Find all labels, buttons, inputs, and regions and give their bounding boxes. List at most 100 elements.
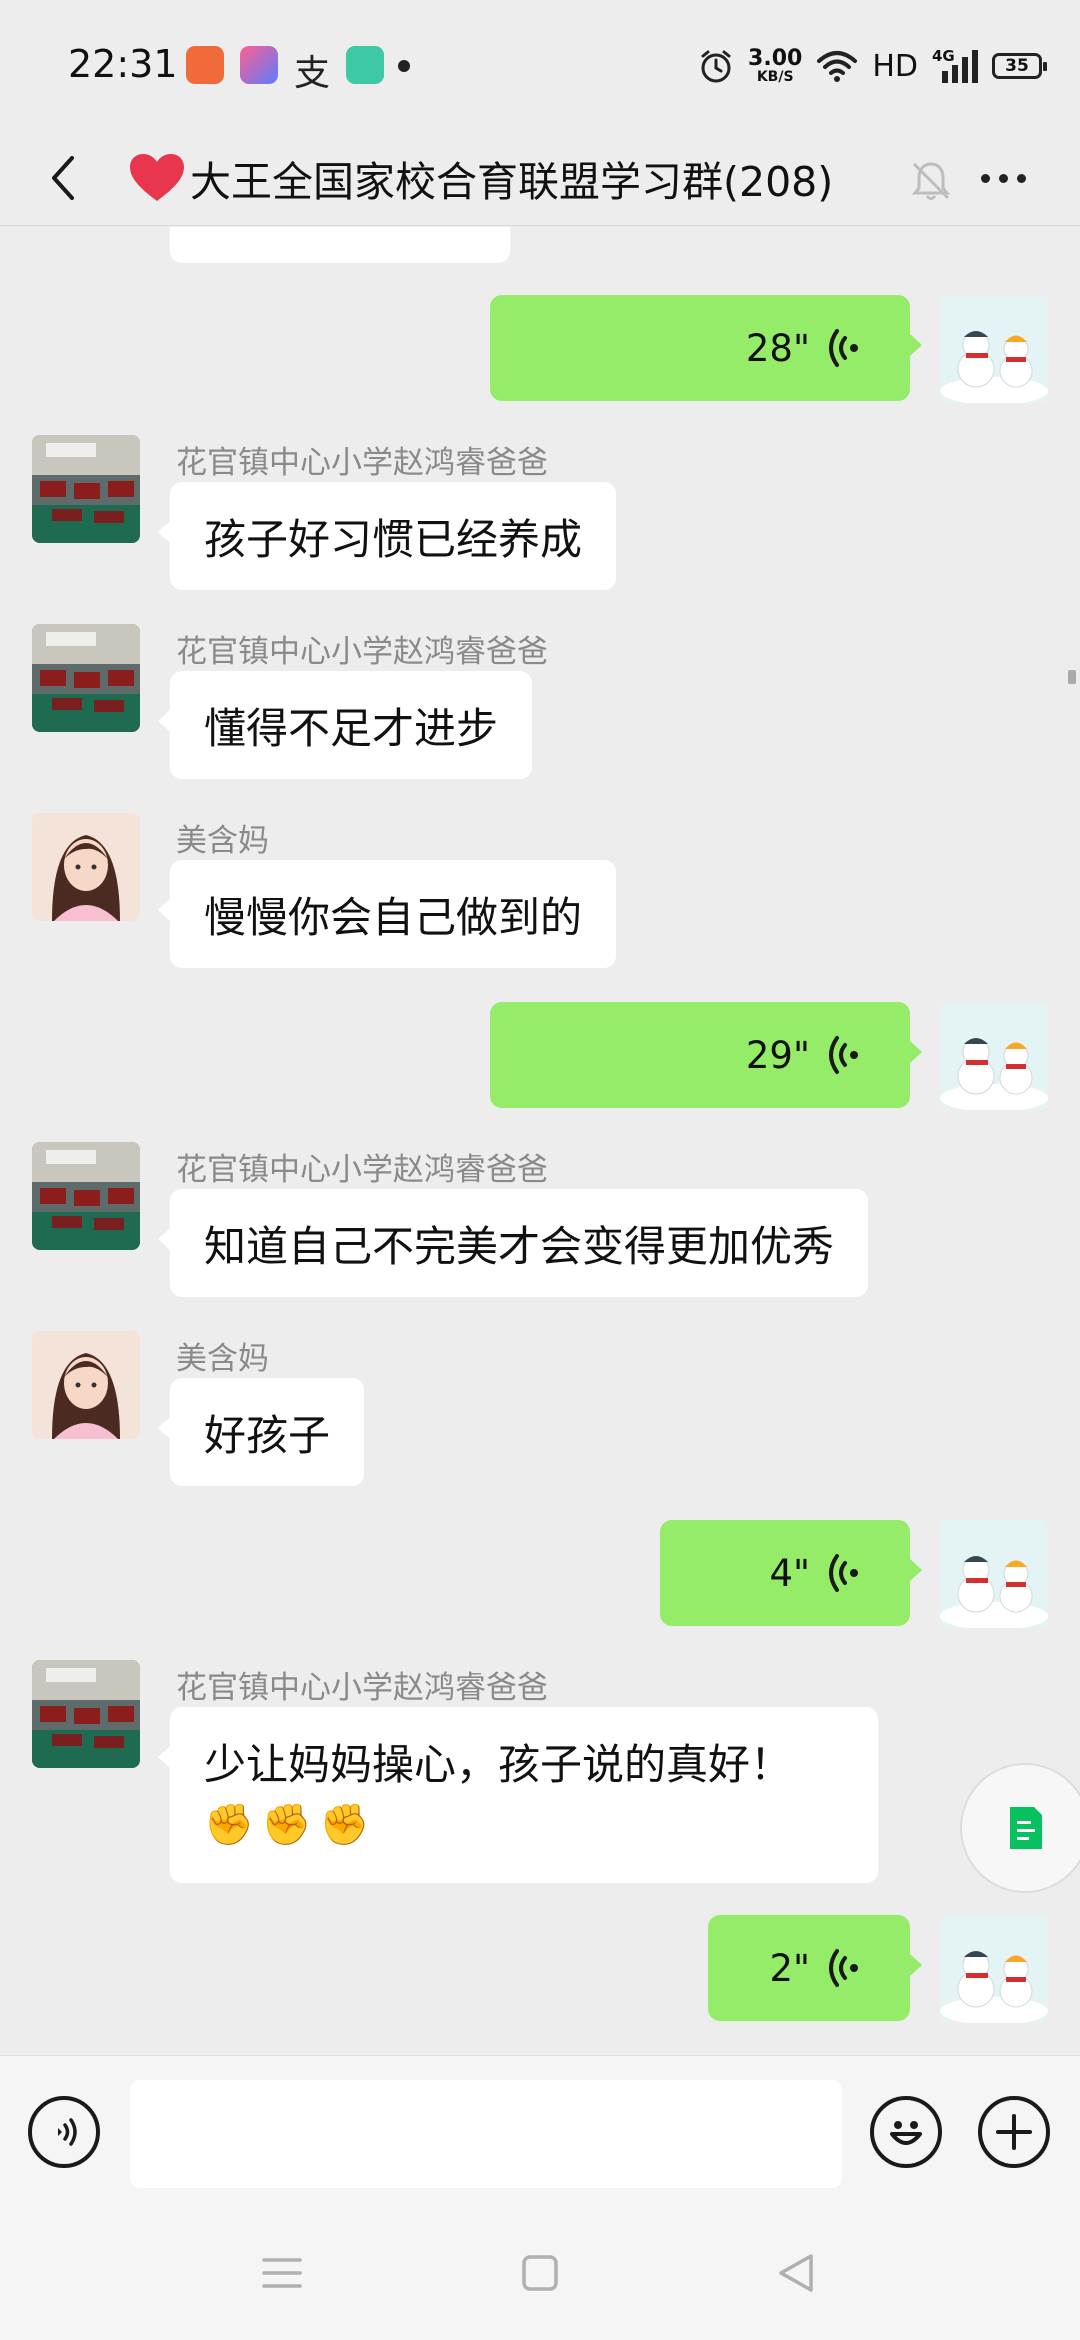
voice-message[interactable]: 4" (660, 1520, 922, 1626)
hd-label: HD (872, 48, 918, 84)
alarm-icon (701, 50, 731, 83)
document-icon (1010, 1807, 1042, 1849)
wifi-icon (817, 51, 858, 82)
nav-home-button[interactable] (460, 2205, 620, 2340)
status-bar: 22:31 支 3.00 KB/S HD 4G 35 (0, 0, 1080, 130)
voice-wave-icon (829, 1036, 858, 1074)
more-icon (980, 173, 990, 183)
chat-title: 大王全国家校合育联盟学习群(208) (190, 158, 834, 206)
message-text: 懂得不足才进步 (204, 703, 499, 753)
emoji-row: ✊ ✊ ✊ (204, 1795, 377, 1854)
raised-fist-emoji: ✊ (261, 1802, 312, 1848)
chat-header: 大王全国家校合育联盟学习群(208) (0, 130, 1080, 226)
net-speed-unit: KB/S (756, 69, 794, 85)
scroll-indicator[interactable] (1068, 670, 1076, 684)
chat-area[interactable]: 28" 花官镇中心小学赵鸿睿爸爸 孩子好习惯已经养成 花官镇中心小学赵鸿睿爸爸 … (0, 227, 1080, 2055)
girl-avatar-image (32, 1331, 140, 1439)
heart-icon (130, 154, 184, 201)
classroom-avatar-image (32, 435, 140, 543)
message-text: 少让妈妈操心，孩子说的真好！ (204, 1740, 793, 1790)
my-avatar[interactable] (940, 1915, 1048, 2023)
back-triangle-icon (779, 2253, 813, 2292)
network-type: 4G (932, 47, 978, 85)
voice-wave-icon (829, 329, 858, 367)
emoji-button[interactable] (870, 2096, 942, 2168)
sender-avatar[interactable] (32, 1142, 140, 1250)
text-message[interactable]: 少让妈妈操心，孩子说的真好！ ✊ ✊ ✊ (158, 1707, 878, 1883)
snowman-avatar-image (940, 1002, 1048, 1110)
sender-name: 花官镇中心小学赵鸿睿爸爸 (176, 634, 548, 670)
sender-avatar[interactable] (32, 1331, 140, 1439)
status-right-group: 3.00 KB/S HD 4G 35 (698, 44, 1047, 88)
app-notification-icon (240, 46, 278, 84)
home-square-icon (522, 2254, 558, 2291)
more-icon-dot (998, 173, 1008, 183)
text-message[interactable]: 好孩子 (157, 1378, 365, 1486)
plus-icon (996, 2114, 1032, 2150)
more-button[interactable] (968, 146, 1038, 210)
sender-name: 花官镇中心小学赵鸿睿爸爸 (176, 1670, 548, 1706)
net-speed: 3.00 KB/S (748, 46, 803, 85)
system-nav-bar (0, 2205, 1080, 2340)
menu-icon (262, 2257, 302, 2288)
notification-dot-icon (398, 60, 410, 72)
input-bar (0, 2055, 1080, 2205)
raised-fist-emoji: ✊ (319, 1802, 370, 1848)
voice-input-icon (58, 2118, 77, 2146)
voice-wave-icon (829, 1554, 858, 1592)
voice-wave-icon (829, 1949, 858, 1987)
sender-avatar[interactable] (32, 1660, 140, 1768)
snowman-avatar-image (940, 1520, 1048, 1628)
text-message[interactable]: 知道自己不完美才会变得更加优秀 (157, 1189, 869, 1297)
text-message[interactable]: 孩子好习惯已经养成 (157, 482, 617, 590)
app-notification-icon (186, 46, 224, 84)
snowman-avatar-image (940, 295, 1048, 403)
voice-duration: 4" (769, 1551, 810, 1595)
nav-back-button[interactable] (716, 2205, 876, 2340)
message-input[interactable] (130, 2080, 842, 2188)
sender-name: 花官镇中心小学赵鸿睿爸爸 (176, 1152, 548, 1188)
app-notification-icon: 支 (294, 53, 331, 94)
text-message[interactable]: 慢慢你会自己做到的 (157, 860, 617, 968)
sender-avatar[interactable] (32, 813, 140, 921)
battery-icon: 35 (992, 53, 1047, 79)
classroom-avatar-image (32, 624, 140, 732)
back-button[interactable] (28, 140, 98, 216)
voice-duration: 29" (745, 1033, 810, 1077)
partial-bubble (170, 227, 510, 263)
my-avatar[interactable] (940, 1520, 1048, 1628)
my-avatar[interactable] (940, 295, 1048, 403)
more-functions-button[interactable] (978, 2096, 1050, 2168)
net-speed-value: 3.00 (748, 46, 803, 71)
sender-name: 美含妈 (176, 1341, 269, 1377)
raised-fist-emoji: ✊ (204, 1802, 254, 1848)
message-text: 孩子好习惯已经养成 (204, 514, 583, 564)
voice-message[interactable]: 29" (490, 1002, 922, 1108)
more-icon-dot (1016, 173, 1026, 183)
chevron-left-icon (52, 156, 74, 200)
voice-message[interactable]: 2" (708, 1915, 922, 2021)
sender-name: 花官镇中心小学赵鸿睿爸爸 (176, 445, 548, 481)
classroom-avatar-image (32, 1660, 140, 1768)
text-message[interactable]: 懂得不足才进步 (157, 671, 533, 779)
message-text: 慢慢你会自己做到的 (204, 892, 583, 942)
voice-message[interactable]: 28" (490, 295, 922, 401)
floating-doc-button[interactable] (960, 1763, 1080, 1893)
sender-name: 美含妈 (176, 823, 269, 859)
sender-avatar[interactable] (32, 435, 140, 543)
classroom-avatar-image (32, 1142, 140, 1250)
message-text: 好孩子 (204, 1410, 331, 1460)
voice-input-button[interactable] (28, 2096, 100, 2168)
signal-icon (942, 50, 978, 83)
status-time: 22:31 (68, 42, 178, 86)
my-avatar[interactable] (940, 1002, 1048, 1110)
girl-avatar-image (32, 813, 140, 921)
sender-avatar[interactable] (32, 624, 140, 732)
chat-title-wrap[interactable]: 大王全国家校合育联盟学习群(208) (128, 130, 833, 226)
bell-mute-icon (911, 162, 951, 200)
smiley-icon (890, 2121, 922, 2145)
app-notification-icon (346, 46, 384, 84)
message-text: 知道自己不完美才会变得更加优秀 (204, 1221, 835, 1271)
voice-duration: 28" (745, 326, 810, 370)
nav-menu-button[interactable] (202, 2205, 362, 2340)
